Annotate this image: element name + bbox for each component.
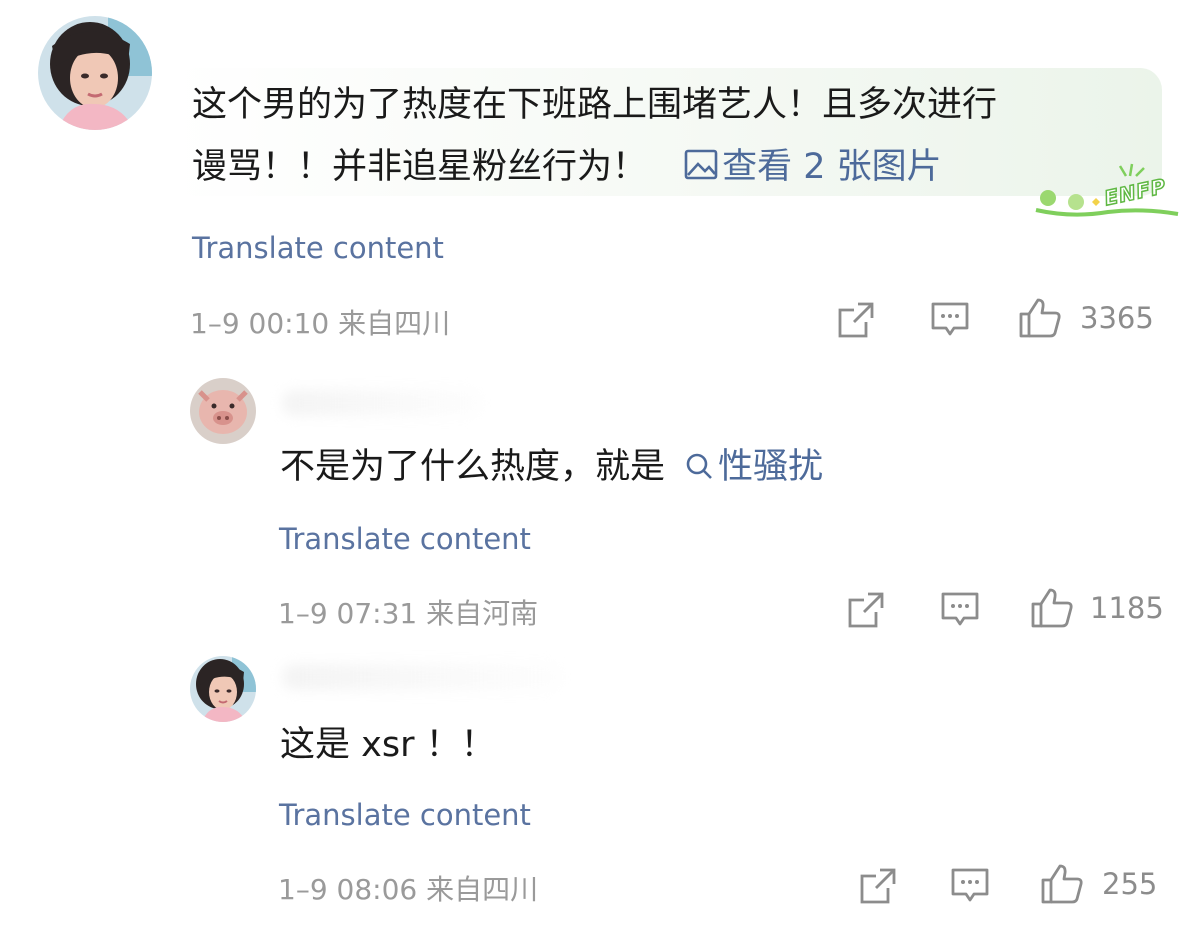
translate-content-link[interactable]: Translate content [279, 798, 531, 832]
comment-meta: 1–9 08:06 来自四川 [278, 873, 539, 906]
like-icon[interactable] [1040, 862, 1084, 906]
username-blurred [282, 390, 482, 416]
share-icon[interactable] [858, 866, 898, 906]
comment-text-line-2: 谩骂！！并非追星粉丝行为！ 查看 2 张图片 [192, 136, 942, 198]
like-count: 3365 [1080, 301, 1154, 335]
comment-text-line-1: 这个男的为了热度在下班路上围堵艺人！且多次进行 [192, 85, 998, 125]
share-icon[interactable] [836, 300, 876, 340]
comment-text-line-1: 这是 xsr ！！ [280, 725, 496, 765]
avatar[interactable] [190, 656, 256, 722]
comment-icon[interactable] [940, 590, 980, 630]
search-topic-link[interactable]: 性骚扰 [665, 447, 823, 487]
comment-meta: 1–9 00:10 来自四川 [190, 307, 451, 340]
comment-text-line-1: 不是为了什么热度，就是 性骚扰 [280, 436, 823, 498]
search-icon [686, 453, 713, 479]
comment-meta: 1–9 07:31 来自河南 [278, 597, 539, 630]
share-icon[interactable] [846, 590, 886, 630]
image-icon [684, 149, 718, 180]
search-topic-label: 性骚扰 [718, 447, 824, 487]
enfp-badge: ENFP [1032, 158, 1182, 220]
like-count: 255 [1102, 867, 1158, 901]
translate-content-link[interactable]: Translate content [192, 231, 444, 265]
comment-icon[interactable] [930, 300, 970, 340]
like-icon[interactable] [1030, 586, 1074, 630]
username-blurred [282, 664, 562, 690]
comment-text: 不是为了什么热度，就是 [280, 447, 666, 487]
translate-content-link[interactable]: Translate content [279, 522, 531, 556]
like-icon[interactable] [1018, 296, 1062, 340]
like-count: 1185 [1090, 591, 1164, 625]
avatar[interactable] [190, 378, 256, 444]
view-images-label: 查看 2 张图片 [722, 147, 942, 187]
comment-text: 谩骂！！并非追星粉丝行为！ [192, 147, 648, 187]
avatar[interactable] [38, 16, 152, 130]
comment-icon[interactable] [950, 866, 990, 906]
view-images-link[interactable]: 查看 2 张图片 [684, 147, 942, 187]
